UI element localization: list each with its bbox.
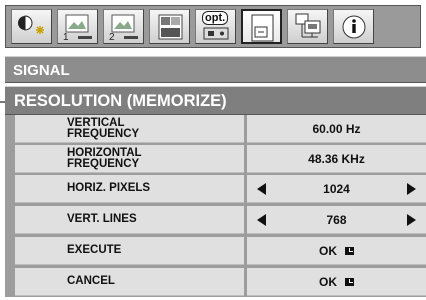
row-value: 60.00 Hz [247, 115, 426, 143]
horiz-pixels-selector[interactable]: 1024 [247, 175, 426, 203]
row-label: HORIZ. PIXELS [15, 175, 244, 203]
network-icon [295, 13, 321, 38]
tab-installation[interactable] [149, 9, 190, 44]
section-header: SIGNAL [5, 56, 426, 83]
row-label: VERT. LINES [15, 206, 244, 234]
signal-icon [251, 14, 274, 42]
tab-number: 1 [63, 32, 69, 43]
tab-network[interactable] [287, 9, 328, 44]
vert-lines-selector[interactable]: 768 [247, 206, 426, 234]
tab-signal[interactable] [241, 9, 282, 44]
row-label: CANCEL [15, 268, 244, 296]
increase-arrow-icon[interactable] [407, 183, 416, 195]
row-label: VERTICAL FREQUENCY [15, 115, 244, 143]
decrease-arrow-icon[interactable] [257, 214, 266, 226]
execute-row[interactable]: EXECUTE OK [5, 237, 426, 268]
horiz-pixels-row[interactable]: HORIZ. PIXELS 1024 [5, 175, 426, 206]
settings-list: VERTICAL FREQUENCY 60.00 Hz HORIZONTAL F… [5, 115, 426, 297]
installation-icon [158, 14, 183, 40]
row-label: HORIZONTAL FREQUENCY [15, 145, 244, 173]
enter-icon [345, 246, 354, 255]
ok-label: OK [319, 243, 337, 258]
tab-number: 2 [109, 32, 115, 43]
ok-label: OK [319, 274, 337, 289]
options-icon [203, 27, 229, 40]
horizontal-frequency-row: HORIZONTAL FREQUENCY 48.36 KHz [5, 145, 426, 176]
decrease-arrow-icon[interactable] [257, 183, 266, 195]
menu-tab-bar: 1 2 opt. [5, 5, 421, 48]
tab-image-1[interactable]: 1 [57, 9, 98, 44]
submenu-title: RESOLUTION (MEMORIZE) [5, 86, 426, 115]
tab-image-2[interactable]: 2 [103, 9, 144, 44]
cancel-ok-button[interactable]: OK [247, 268, 426, 296]
vertical-frequency-row: VERTICAL FREQUENCY 60.00 Hz [5, 115, 426, 146]
picture-adjust-icon [18, 15, 44, 34]
tab-info[interactable] [333, 9, 374, 44]
enter-icon [345, 277, 354, 286]
vert-lines-row[interactable]: VERT. LINES 768 [5, 206, 426, 237]
execute-ok-button[interactable]: OK [247, 237, 426, 265]
cancel-row[interactable]: CANCEL OK [5, 268, 426, 299]
row-value: 48.36 KHz [247, 145, 426, 173]
increase-arrow-icon[interactable] [407, 214, 416, 226]
row-value: 768 [326, 212, 347, 227]
tab-picture[interactable] [11, 9, 52, 44]
row-value: 1024 [323, 181, 350, 196]
row-label: EXECUTE [15, 237, 244, 265]
info-icon [342, 15, 366, 39]
tab-options[interactable]: opt. [195, 9, 236, 44]
